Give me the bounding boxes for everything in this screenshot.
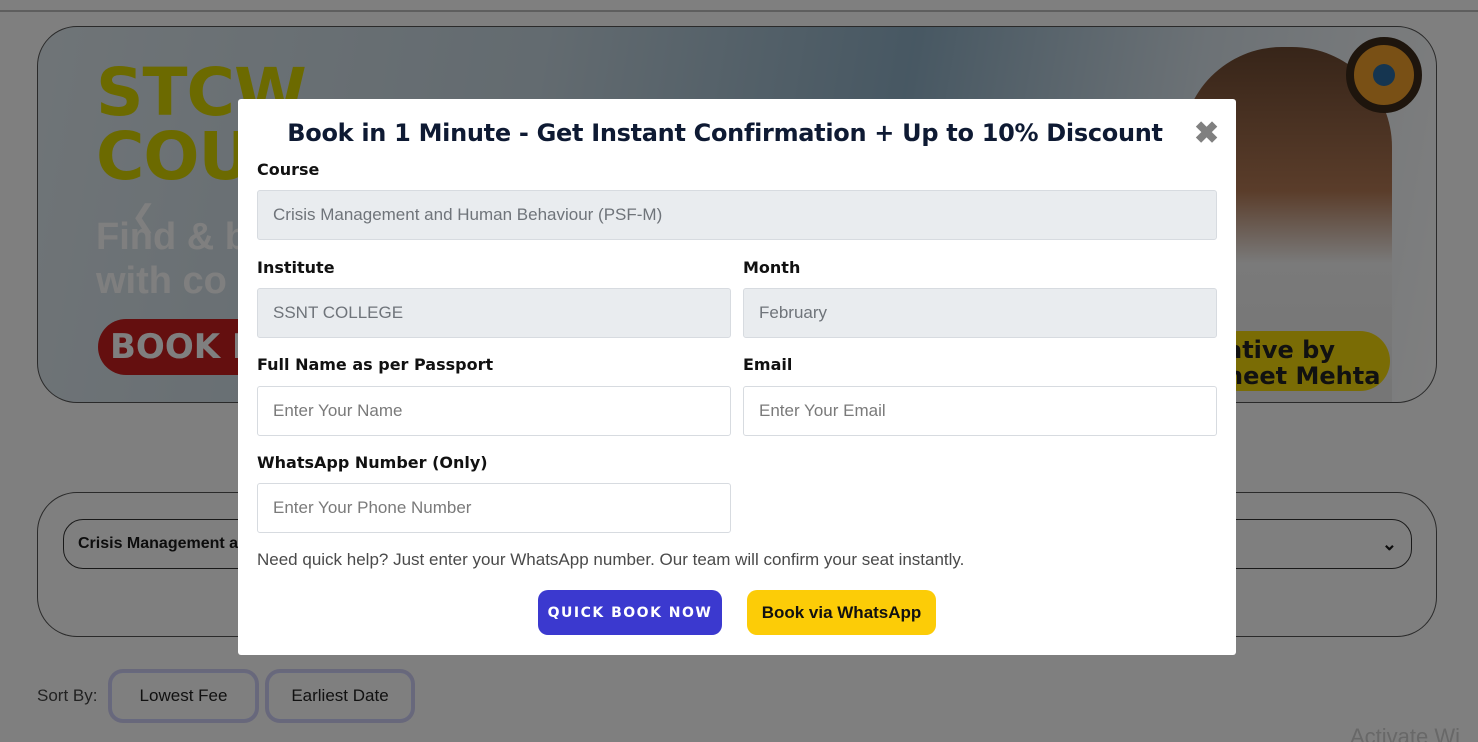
close-icon[interactable]: ✖ — [1194, 119, 1219, 149]
whatsapp-label: WhatsApp Number (Only) — [257, 453, 488, 472]
course-field[interactable] — [257, 190, 1217, 240]
email-label: Email — [743, 355, 793, 374]
institute-label: Institute — [257, 258, 335, 277]
full-name-label: Full Name as per Passport — [257, 355, 494, 374]
help-text: Need quick help? Just enter your WhatsAp… — [257, 550, 965, 569]
institute-field[interactable] — [257, 288, 731, 338]
full-name-input[interactable] — [257, 386, 731, 436]
whatsapp-number-input[interactable] — [257, 483, 731, 533]
course-label: Course — [257, 160, 320, 179]
email-input[interactable] — [743, 386, 1217, 436]
modal-title: Book in 1 Minute - Get Instant Confirmat… — [287, 119, 1163, 147]
book-via-whatsapp-button[interactable]: Book via WhatsApp — [747, 590, 936, 635]
month-label: Month — [743, 258, 801, 277]
booking-modal: Book in 1 Minute - Get Instant Confirmat… — [238, 99, 1236, 655]
month-field[interactable] — [743, 288, 1217, 338]
quick-book-button[interactable]: QUICK BOOK NOW — [538, 590, 722, 635]
